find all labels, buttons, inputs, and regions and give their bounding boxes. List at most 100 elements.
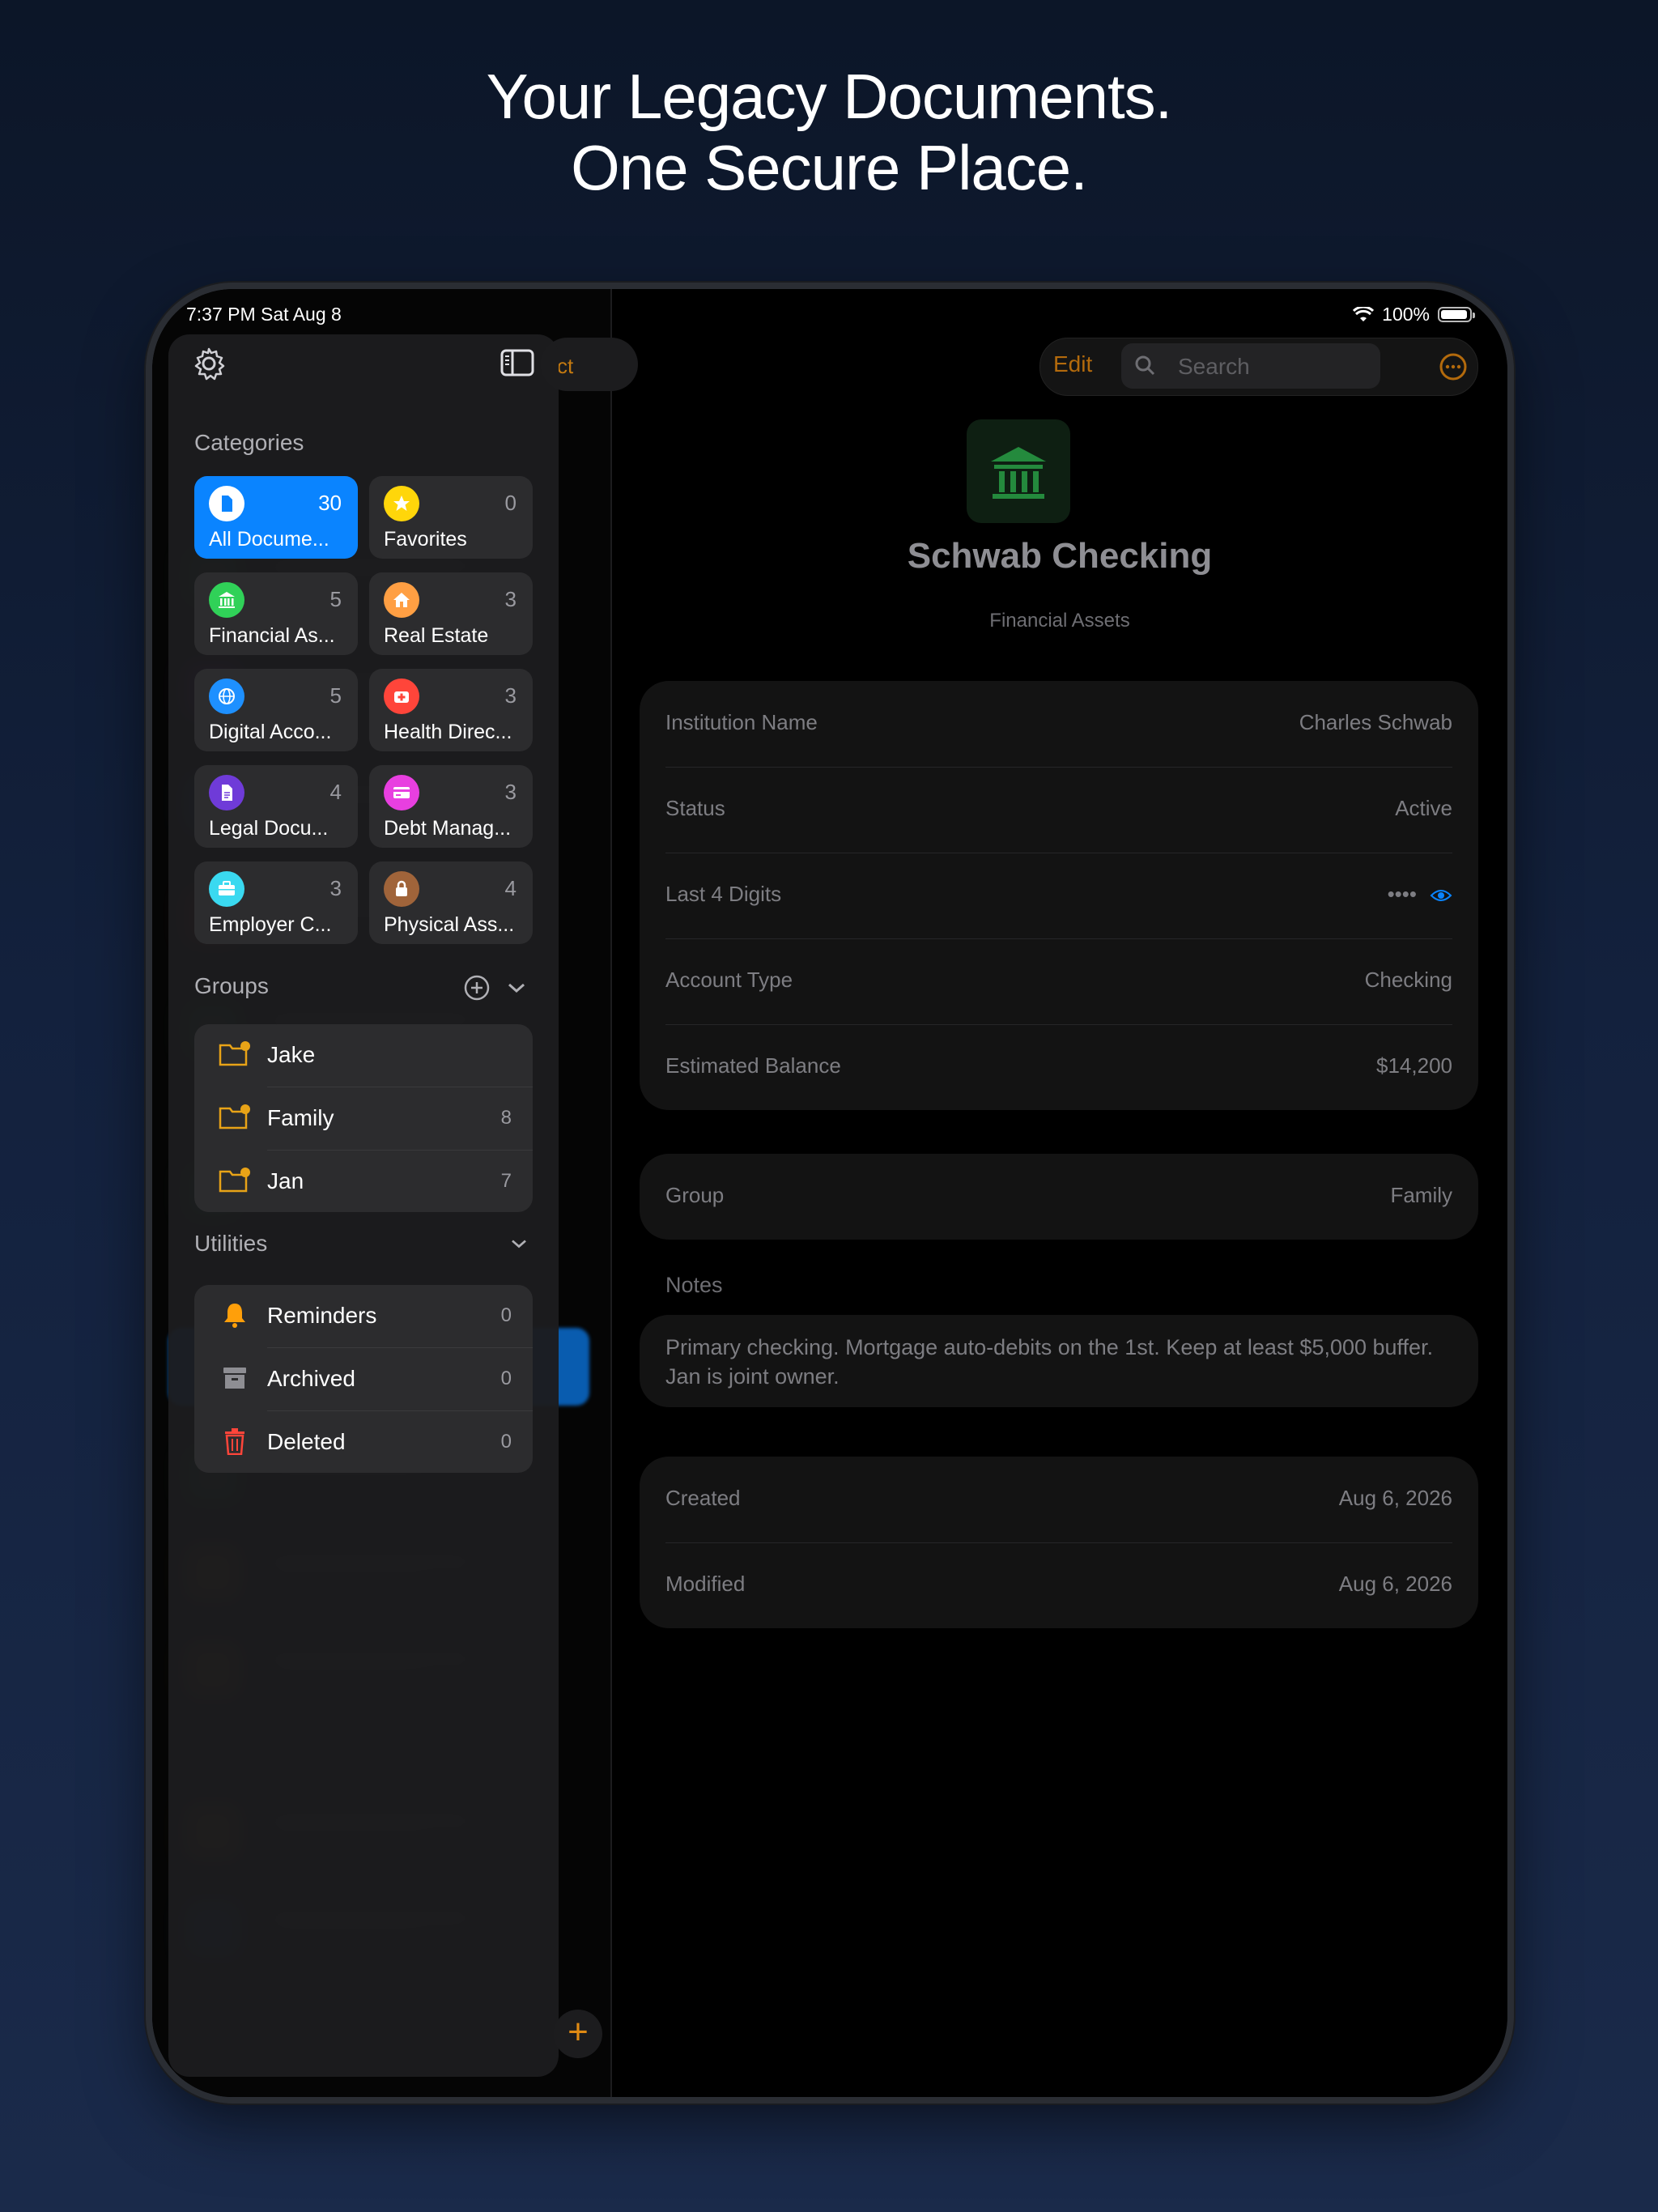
document-detail-panel: Edit Search Schwab Checking Financial As… [612, 289, 1507, 2097]
category-count: 5 [329, 683, 342, 708]
ipad-frame: ct + 7:37 PM Sat Aug 8 100% Edit Search … [152, 289, 1507, 2097]
utilities-list: Reminders 0 Archived 0 Deleted 0 [194, 1285, 533, 1473]
groups-list: Jake Family 8 Jan 7 [194, 1024, 533, 1212]
utility-label: Archived [267, 1366, 355, 1391]
gear-icon[interactable] [191, 346, 227, 381]
detail-value: Active [1395, 796, 1452, 820]
detail-value: $14,200 [1376, 1053, 1452, 1078]
utility-count: 0 [500, 1368, 512, 1389]
groups-heading: Groups [194, 973, 269, 998]
group-item-family[interactable]: Family 8 [194, 1087, 533, 1151]
reveal-eye-icon[interactable] [1430, 888, 1452, 903]
shared-folder-icon [219, 1041, 250, 1066]
detail-row-created: Created Aug 6, 2026 [665, 1457, 1452, 1543]
group-item-jan[interactable]: Jan 7 [194, 1151, 533, 1214]
utility-item-reminders[interactable]: Reminders 0 [194, 1285, 533, 1348]
utility-label: Deleted [267, 1429, 346, 1454]
search-icon [1135, 355, 1155, 376]
chevron-down-icon[interactable] [510, 1237, 528, 1250]
screen: ct + 7:37 PM Sat Aug 8 100% Edit Search … [152, 289, 1507, 2097]
document-icon [209, 486, 244, 521]
add-document-button[interactable]: + [554, 2010, 602, 2058]
category-debt-management[interactable]: 3 Debt Manag... [369, 765, 533, 848]
category-count: 5 [329, 587, 342, 611]
category-health-directives[interactable]: 3 Health Direc... [369, 669, 533, 751]
detail-label: Status [665, 796, 725, 820]
category-count: 3 [504, 683, 517, 708]
category-count: 30 [318, 491, 342, 515]
created-value: Aug 6, 2026 [1338, 1486, 1452, 1510]
edit-button[interactable]: Edit [1053, 351, 1092, 377]
group-label: Jake [267, 1042, 316, 1067]
headline: Your Legacy Documents. One Secure Place. [0, 61, 1658, 203]
credit-card-icon [384, 775, 419, 810]
detail-label: Account Type [665, 968, 793, 992]
categories-heading: Categories [194, 430, 304, 455]
shared-folder-icon [219, 1104, 250, 1129]
house-icon [384, 582, 419, 618]
category-label: Employer C... [209, 913, 332, 936]
bell-icon [224, 1304, 245, 1328]
modified-value: Aug 6, 2026 [1338, 1572, 1452, 1596]
category-real-estate[interactable]: 3 Real Estate [369, 572, 533, 655]
category-label: Digital Acco... [209, 721, 332, 743]
detail-row-group: Group Family [665, 1154, 1452, 1240]
more-options-icon[interactable] [1439, 352, 1468, 381]
detail-row-last4: Last 4 Digits •••• [665, 853, 1452, 939]
category-financial-assets[interactable]: 5 Financial As... [194, 572, 358, 655]
document-title: Schwab Checking [907, 536, 1213, 576]
utility-item-deleted[interactable]: Deleted 0 [194, 1411, 533, 1474]
modified-label: Modified [665, 1572, 746, 1596]
category-label: Real Estate [384, 624, 489, 647]
document-category: Financial Assets [989, 610, 1130, 632]
category-label: All Docume... [209, 528, 329, 551]
group-label: Family [267, 1105, 334, 1130]
detail-value: Charles Schwab [1299, 710, 1452, 734]
dates-card: Created Aug 6, 2026 Modified Aug 6, 2026 [640, 1457, 1478, 1628]
notes-text: Primary checking. Mortgage auto-debits o… [665, 1335, 1434, 1389]
details-card: Institution Name Charles Schwab Status Act… [640, 681, 1478, 1110]
search-placeholder: Search [1178, 354, 1250, 379]
category-physical-assets[interactable]: 4 Physical Ass... [369, 861, 533, 944]
category-employer[interactable]: 3 Employer C... [194, 861, 358, 944]
headline-line-2: One Secure Place. [571, 132, 1088, 203]
utility-item-archived[interactable]: Archived 0 [194, 1348, 533, 1411]
created-label: Created [665, 1486, 741, 1510]
bank-icon [209, 582, 244, 618]
category-label: Legal Docu... [209, 817, 329, 840]
category-count: 4 [504, 876, 517, 900]
category-all-documents[interactable]: 30 All Docume... [194, 476, 358, 559]
globe-icon [209, 678, 244, 714]
notes-card: Primary checking. Mortgage auto-debits o… [640, 1315, 1478, 1407]
detail-row-modified: Modified Aug 6, 2026 [665, 1542, 1452, 1628]
chevron-down-icon[interactable] [507, 981, 526, 995]
star-icon [384, 486, 419, 521]
group-count: 8 [500, 1107, 512, 1129]
utilities-heading: Utilities [194, 1231, 268, 1256]
status-time: 7:37 PM Sat Aug 8 [186, 304, 342, 325]
category-digital-accounts[interactable]: 5 Digital Acco... [194, 669, 358, 751]
group-card[interactable]: Group Family [640, 1154, 1478, 1240]
detail-label: Last 4 Digits [665, 882, 782, 906]
detail-label: Estimated Balance [665, 1053, 841, 1078]
category-label: Health Direc... [384, 721, 512, 743]
document-category-tile [967, 419, 1070, 523]
sidebar: Categories 30 All Docume... 0 Favorites … [168, 334, 559, 2077]
select-button-label: ct [557, 354, 574, 378]
sidebar-toggle-icon[interactable] [500, 349, 534, 376]
category-count: 4 [329, 780, 342, 804]
detail-row-balance: Estimated Balance $14,200 [665, 1024, 1452, 1110]
utility-count: 0 [500, 1431, 512, 1453]
utility-label: Reminders [267, 1303, 377, 1328]
notes-label: Notes [665, 1273, 723, 1297]
category-favorites[interactable]: 0 Favorites [369, 476, 533, 559]
search-field[interactable]: Search [1121, 343, 1380, 389]
add-group-icon[interactable] [463, 974, 491, 1002]
detail-row-status: Status Active [665, 767, 1452, 853]
legal-doc-icon [209, 775, 244, 810]
archive-icon [223, 1368, 246, 1389]
group-item-jake[interactable]: Jake [194, 1024, 533, 1087]
category-legal-documents[interactable]: 4 Legal Docu... [194, 765, 358, 848]
category-count: 0 [504, 491, 517, 515]
lock-icon [384, 871, 419, 907]
